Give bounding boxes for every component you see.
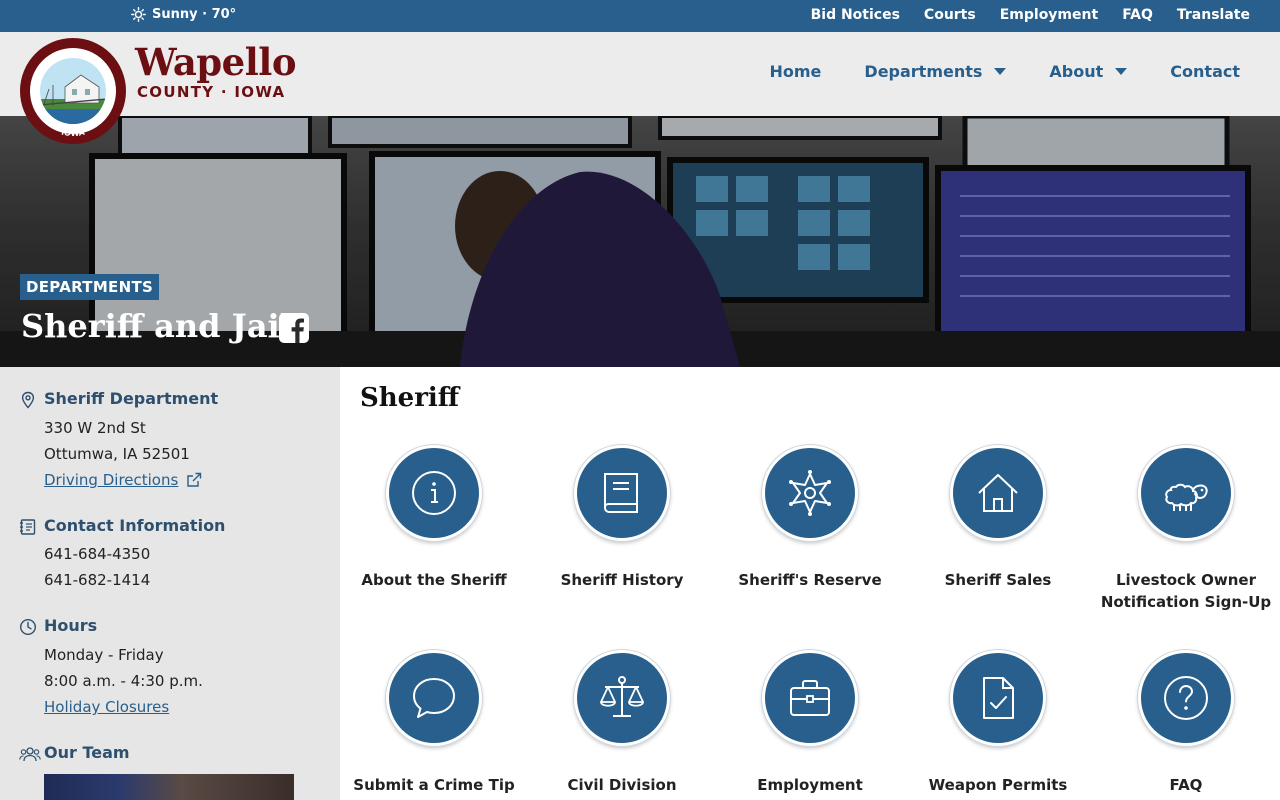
book-icon [604, 473, 638, 513]
tile-label: Submit a Crime Tip [353, 776, 515, 794]
tile-label: Sheriff's Reserve [738, 571, 882, 589]
utility-links: Bid Notices Courts Employment FAQ Transl… [811, 7, 1250, 23]
main-content: Sheriff About the Sheriff Sheriff Histor… [340, 367, 1280, 800]
tile-label: Livestock Owner Notification Sign-Up [1100, 571, 1272, 611]
holiday-closures-link[interactable]: Holiday Closures [44, 698, 169, 716]
nav-about[interactable]: About [1049, 62, 1128, 81]
nav-home-label: Home [769, 62, 822, 81]
star-badge-icon [789, 470, 831, 516]
document-check-icon [983, 677, 1014, 719]
utility-bar: Sunny · 70° Bid Notices Courts Employmen… [0, 0, 1280, 32]
contact-heading: Contact Information [44, 516, 226, 535]
bid-notices-link[interactable]: Bid Notices [811, 7, 900, 23]
tile-icon-circle [1138, 445, 1234, 541]
brand-subtitle: COUNTY · IOWA [137, 83, 286, 101]
tile-icon-circle [386, 650, 482, 746]
phone-primary[interactable]: 641-684-4350 [44, 545, 150, 563]
employment-link[interactable]: Employment [1000, 7, 1098, 23]
question-icon [1164, 676, 1208, 720]
section-title: Sheriff [360, 383, 460, 413]
sidebar: Sheriff Department 330 W 2nd St Ottumwa,… [0, 367, 340, 800]
county-seal-logo[interactable]: WAPELLO COUNTY IOWA [19, 37, 127, 145]
sheep-icon [1165, 483, 1208, 511]
page-title: Sheriff and Jail [21, 307, 292, 345]
house-icon [978, 474, 1018, 512]
tile-icon-circle [574, 650, 670, 746]
tile-icon-circle [950, 445, 1046, 541]
nav-departments-label: Departments [864, 62, 983, 81]
info-icon [412, 471, 456, 515]
tile-label: About the Sheriff [361, 571, 507, 589]
tile-icon-circle [950, 650, 1046, 746]
nav-contact[interactable]: Contact [1170, 62, 1240, 81]
hours-heading: Hours [44, 616, 98, 635]
nav-departments[interactable]: Departments [864, 62, 1007, 81]
tile-label: Employment [757, 776, 863, 794]
tile-icon-circle [762, 445, 858, 541]
nav-contact-label: Contact [1170, 62, 1240, 81]
driving-directions-label: Driving Directions [44, 471, 179, 489]
location-pin-icon [21, 391, 35, 409]
nav-about-label: About [1049, 62, 1104, 81]
chevron-down-icon [994, 68, 1007, 75]
address-book-icon [20, 519, 36, 535]
chevron-down-icon [1115, 68, 1128, 75]
tile-label: Sheriff History [560, 571, 684, 589]
tile-icon-circle [386, 445, 482, 541]
external-link-icon [187, 472, 202, 487]
tile-label: FAQ [1169, 776, 1203, 794]
tile-icon-circle [762, 650, 858, 746]
scales-icon [600, 676, 644, 717]
facebook-icon[interactable] [279, 313, 309, 343]
faq-link[interactable]: FAQ [1122, 7, 1153, 23]
clock-icon [19, 618, 37, 636]
hours-days: Monday - Friday [44, 646, 164, 664]
address-line-1: 330 W 2nd St [44, 419, 146, 437]
holiday-closures-label: Holiday Closures [44, 698, 170, 716]
brand-name[interactable]: Wapello [135, 40, 297, 84]
translate-link[interactable]: Translate [1177, 7, 1250, 23]
hero-banner: DEPARTMENTS Sheriff and Jail [0, 116, 1280, 367]
site-header: WAPELLO COUNTY IOWA Wapello COUNTY · IOW… [0, 32, 1280, 144]
tile-icon-circle [1138, 650, 1234, 746]
address-line-2: Ottumwa, IA 52501 [44, 445, 190, 463]
location-heading: Sheriff Department [44, 389, 219, 408]
tile-label: Sheriff Sales [944, 571, 1052, 589]
team-heading: Our Team [44, 743, 130, 762]
nav-home[interactable]: Home [770, 62, 822, 81]
tile-icon-circle [574, 445, 670, 541]
courts-link[interactable]: Courts [924, 7, 976, 23]
department-tag[interactable]: DEPARTMENTS [20, 274, 160, 300]
phone-secondary[interactable]: 641-682-1414 [44, 571, 150, 589]
briefcase-icon [790, 680, 830, 716]
driving-directions-link[interactable]: Driving Directions [44, 471, 202, 489]
team-icon [19, 747, 41, 762]
team-member-photo[interactable] [44, 774, 294, 800]
speech-bubble-icon [413, 678, 455, 718]
hours-time: 8:00 a.m. - 4:30 p.m. [44, 672, 203, 690]
main-nav: Home Departments About Contact [770, 62, 1241, 81]
tile-label: Weapon Permits [928, 776, 1068, 794]
tile-label: Civil Division [567, 776, 677, 794]
sun-icon [131, 7, 146, 22]
weather-widget: Sunny · 70° [131, 7, 236, 22]
weather-text: Sunny · 70° [152, 7, 237, 22]
